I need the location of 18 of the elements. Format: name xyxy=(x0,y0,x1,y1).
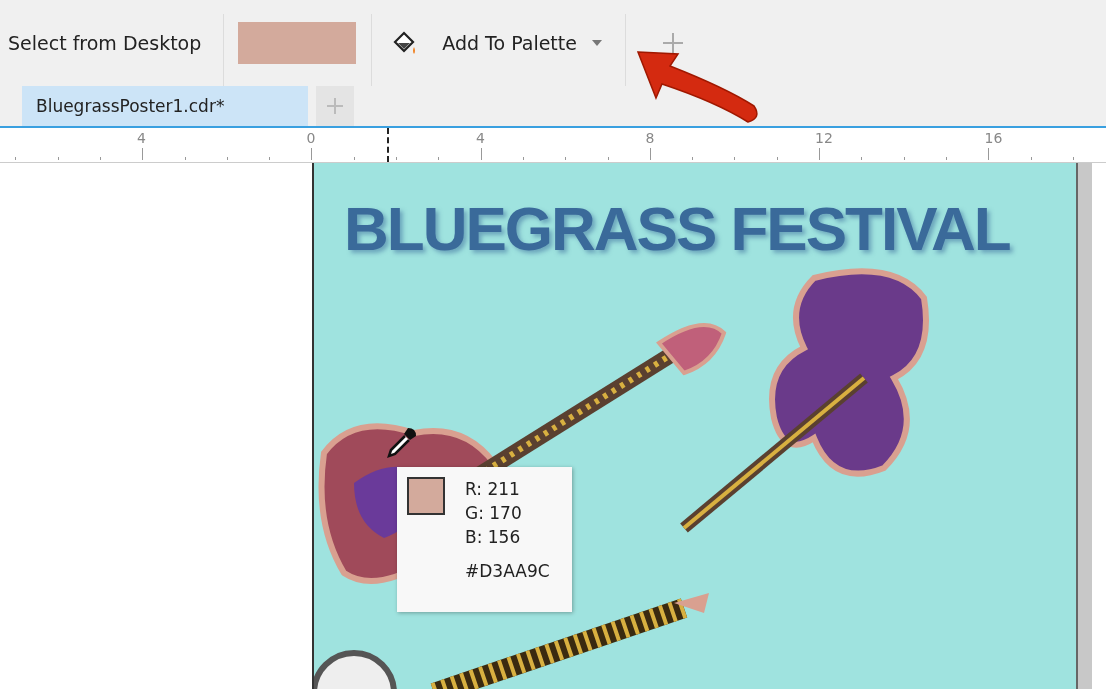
rgb-component-value: B: 156 xyxy=(465,526,522,549)
caret-icon[interactable] xyxy=(590,39,603,47)
add-to-palette-button[interactable]: Add To Palette xyxy=(440,28,579,58)
poster-title: BLUEGRASS FESTIVAL xyxy=(344,193,1010,264)
ruler-label: 12 xyxy=(815,130,833,146)
document-tab[interactable]: BluegrassPoster1.cdr* xyxy=(22,86,308,126)
ruler-label: 4 xyxy=(137,130,146,146)
ruler-label: 8 xyxy=(645,130,655,146)
plus-icon xyxy=(326,97,344,115)
select-from-desktop-label[interactable]: Select from Desktop xyxy=(8,32,202,54)
hex-value: #D3AA9C xyxy=(465,560,550,583)
rgb-component-value: R: 211 xyxy=(465,478,521,501)
ruler-label: 0 xyxy=(306,130,316,146)
rgb-component-value: G: 170 xyxy=(465,502,523,525)
ruler-label: 16 xyxy=(984,130,1003,146)
ruler-label: 4 xyxy=(476,130,485,146)
plus-icon[interactable] xyxy=(661,32,684,54)
color-swatch[interactable] xyxy=(238,22,357,64)
